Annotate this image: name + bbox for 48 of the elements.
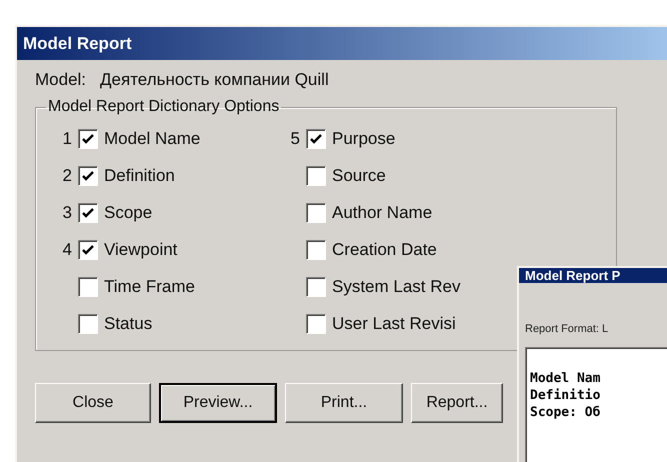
check-icon: [82, 134, 94, 144]
report-line: Scope: Об: [530, 404, 602, 421]
group-title: Model Report Dictionary Options: [47, 98, 280, 116]
option-label: Definition: [104, 166, 176, 186]
window-title: Model Report P: [525, 268, 620, 283]
option-label: Viewpoint: [104, 240, 178, 260]
check-icon: [310, 134, 322, 144]
checkbox[interactable]: [306, 202, 326, 222]
checkbox[interactable]: [78, 276, 98, 296]
report-text-area[interactable]: Model Nam Definitio Scope: Об: [525, 347, 667, 462]
option-label: System Last Rev: [332, 276, 462, 296]
check-icon: [82, 244, 94, 254]
option-number: 4: [62, 240, 72, 260]
checkbox[interactable]: [306, 166, 326, 186]
checkbox[interactable]: [306, 314, 326, 334]
report-line: Model Nam: [530, 370, 602, 387]
model-name: Деятельность компании Quill: [100, 70, 329, 90]
option-number: 1: [62, 128, 72, 148]
window-title: Model Report: [23, 34, 132, 54]
option-label: User Last Revisi: [332, 314, 457, 334]
checkbox[interactable]: [78, 240, 98, 260]
checkbox[interactable]: [78, 314, 98, 334]
model-label: Model:: [35, 70, 86, 90]
option-label: Purpose: [332, 128, 396, 148]
option-label: Creation Date: [332, 240, 438, 260]
checkbox[interactable]: [78, 202, 98, 222]
checkbox[interactable]: [78, 166, 98, 186]
checkbox[interactable]: [78, 128, 98, 148]
check-icon: [82, 170, 94, 180]
dialog-button[interactable]: Preview...: [159, 383, 277, 423]
option-label: Time Frame: [104, 276, 196, 296]
dialog-button[interactable]: Close: [35, 383, 151, 423]
option-label: Model Name: [104, 128, 202, 148]
checkbox[interactable]: [306, 240, 326, 260]
dialog-button[interactable]: Print...: [285, 383, 403, 423]
report-line: Definitio: [530, 387, 602, 404]
dialog-button[interactable]: Report...: [411, 383, 503, 423]
report-format-label: Report Format: L: [525, 323, 610, 335]
check-icon: [82, 208, 94, 218]
option-label: Scope: [104, 202, 154, 222]
checkbox[interactable]: [306, 128, 326, 148]
option-label: Author Name: [332, 202, 434, 222]
option-number: 3: [62, 202, 72, 222]
option-number: 5: [290, 128, 300, 148]
option-number: 2: [62, 166, 72, 186]
checkbox[interactable]: [306, 276, 326, 296]
option-label: Status: [104, 314, 154, 334]
option-label: Source: [332, 166, 387, 186]
